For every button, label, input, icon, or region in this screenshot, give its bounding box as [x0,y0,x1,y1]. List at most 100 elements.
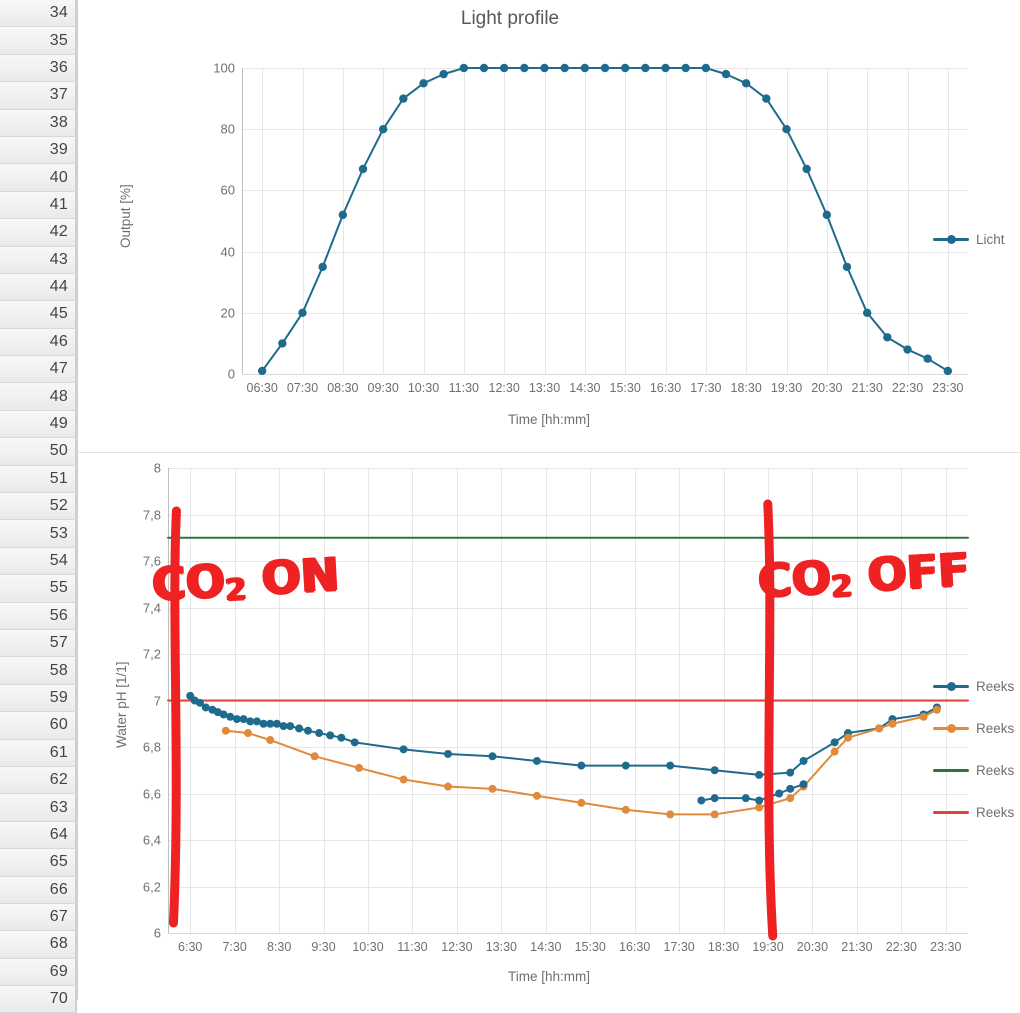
legend-item[interactable]: Reeks [933,717,1014,739]
row-header-cell[interactable]: 65 [0,849,77,877]
row-header-cell[interactable]: 47 [0,356,77,384]
row-header-cell[interactable]: 60 [0,712,77,740]
y-axis-tick-label: 0 [227,366,235,382]
chart-title-light-profile: Light profile [460,8,560,29]
spreadsheet-view: 34 35 36 37 38 39 40 41 42 43 44 45 46 47 48 49 50 51 52 53… [0,0,1020,1013]
data-point [782,125,791,134]
data-point [943,366,953,376]
data-point [641,63,650,73]
row-header-cell[interactable]: 45 [0,301,77,329]
row-header-cell[interactable]: 51 [0,465,77,494]
row-header-cell[interactable]: 53 [0,520,77,548]
row-header-cell[interactable]: 63 [0,794,77,822]
x-axis-tick-label: 18:30 [707,940,740,954]
row-header-cell[interactable]: 41 [0,191,77,220]
legend-label: Reeks [976,762,1015,778]
row-header-cell[interactable]: 46 [0,328,77,357]
data-point [786,768,795,777]
y-axis-tick-label: 20 [220,305,235,321]
legend-swatch-line-marker-icon [933,764,969,776]
data-point [337,733,346,742]
legend-swatch-line-marker-icon [933,680,969,692]
row-header-cell[interactable]: 52 [0,493,77,521]
row-header-cell[interactable]: 58 [0,657,77,685]
y-axis-tick-label: 7,8 [142,507,161,522]
series-line-Licht [261,67,949,372]
data-point [875,724,884,733]
data-point [439,69,448,79]
x-axis-tick-label: 9:30 [311,940,336,954]
row-header-cell[interactable]: 50 [0,438,77,466]
row-header-cell[interactable]: 55 [0,575,77,603]
data-point [666,810,675,819]
data-point [710,794,719,803]
row-header-cell[interactable]: 48 [0,383,77,411]
row-header-cell[interactable]: 57 [0,629,77,658]
row-header-cell[interactable]: 37 [0,82,77,110]
x-axis-tick-label: 14:30 [530,940,562,954]
gridline-horizontal [242,374,968,375]
data-point [560,63,569,73]
data-point [358,164,368,174]
x-axis-tick-label: 11:30 [448,381,480,395]
chart-separator [78,452,1020,453]
row-header-cell[interactable]: 43 [0,246,77,274]
y-axis-tick-label: 6,8 [142,739,161,755]
y-axis-tick-label: 8 [153,460,161,476]
row-header-cell[interactable]: 40 [0,164,77,192]
data-point [822,210,832,220]
gridline-horizontal [168,933,968,934]
data-point [221,726,230,735]
row-header-cell[interactable]: 44 [0,273,77,302]
row-header-cell[interactable]: 61 [0,739,77,767]
y-axis-tick-label: 7,4 [142,600,161,615]
row-header-cell[interactable]: 38 [0,109,77,137]
legend-label: Licht [976,231,1005,247]
x-axis-tick-label: 18:30 [730,381,762,395]
row-header-cell[interactable]: 42 [0,219,77,247]
legend-item[interactable]: Reeks [933,675,1014,697]
x-axis-tick-label: 15:30 [609,381,641,395]
row-header-cell[interactable]: 34 [0,0,77,28]
row-header-cell[interactable]: 35 [0,27,77,55]
row-header-cell[interactable]: 49 [0,410,77,439]
data-point [741,794,750,803]
legend-item[interactable]: Licht [933,228,1005,250]
row-header-cell[interactable]: 39 [0,136,77,165]
y-axis-tick-label: 6,2 [142,879,161,894]
data-point [244,729,252,738]
data-point [315,729,324,738]
legend-light-profile[interactable]: Licht [933,228,1005,270]
y-axis-tick-label: 6,6 [142,786,161,801]
row-header-cell[interactable]: 69 [0,958,77,987]
row-header-cell[interactable]: 56 [0,602,77,630]
row-header-cell[interactable]: 64 [0,821,77,850]
y-axis-tick-label: 80 [220,121,235,137]
row-header-cell[interactable]: 66 [0,876,77,904]
row-header-cell[interactable]: 67 [0,903,77,932]
data-point [755,796,764,805]
row-header-cell[interactable]: 68 [0,931,77,959]
data-point [701,63,711,73]
row-header-cell[interactable]: 62 [0,766,77,795]
legend-item[interactable]: Reeks [933,759,1014,781]
legend-item[interactable]: Reeks [933,801,1014,823]
chart-light-profile[interactable]: Light profile 0 20 40 60 80 100 06:30 07:30 08:3… [78,0,1020,452]
x-axis-tick-label: 12:30 [488,381,520,395]
row-header-cell[interactable]: 59 [0,684,77,713]
x-axis-tick-label: 20:30 [811,381,843,395]
row-header-cell[interactable]: 54 [0,547,77,576]
y-axis-tick-label: 6,4 [142,832,161,848]
legend-water-ph[interactable]: Reeks Reeks Reeks Reeks [933,675,1014,843]
data-point [755,770,764,779]
row-header-gutter[interactable]: 34 35 36 37 38 39 40 41 42 43 44 45 46 47 48 49 50 51 52 53… [0,0,78,1013]
legend-label: Reeks [976,678,1015,694]
data-point [532,791,541,800]
row-header-cell[interactable]: 36 [0,54,77,83]
data-point [620,63,630,73]
x-axis-tick-label: 21:30 [841,940,873,954]
chart-water-ph[interactable]: 8 7,8 7,6 7,4 7,2 7 6,8 6,6 6,4 6,2 6 6:30 7:30 8:30 9… [78,453,1020,1000]
x-axis-tick-label: 22:30 [885,940,917,954]
data-point [697,796,706,805]
y-axis-tick-label: 7 [153,693,161,708]
